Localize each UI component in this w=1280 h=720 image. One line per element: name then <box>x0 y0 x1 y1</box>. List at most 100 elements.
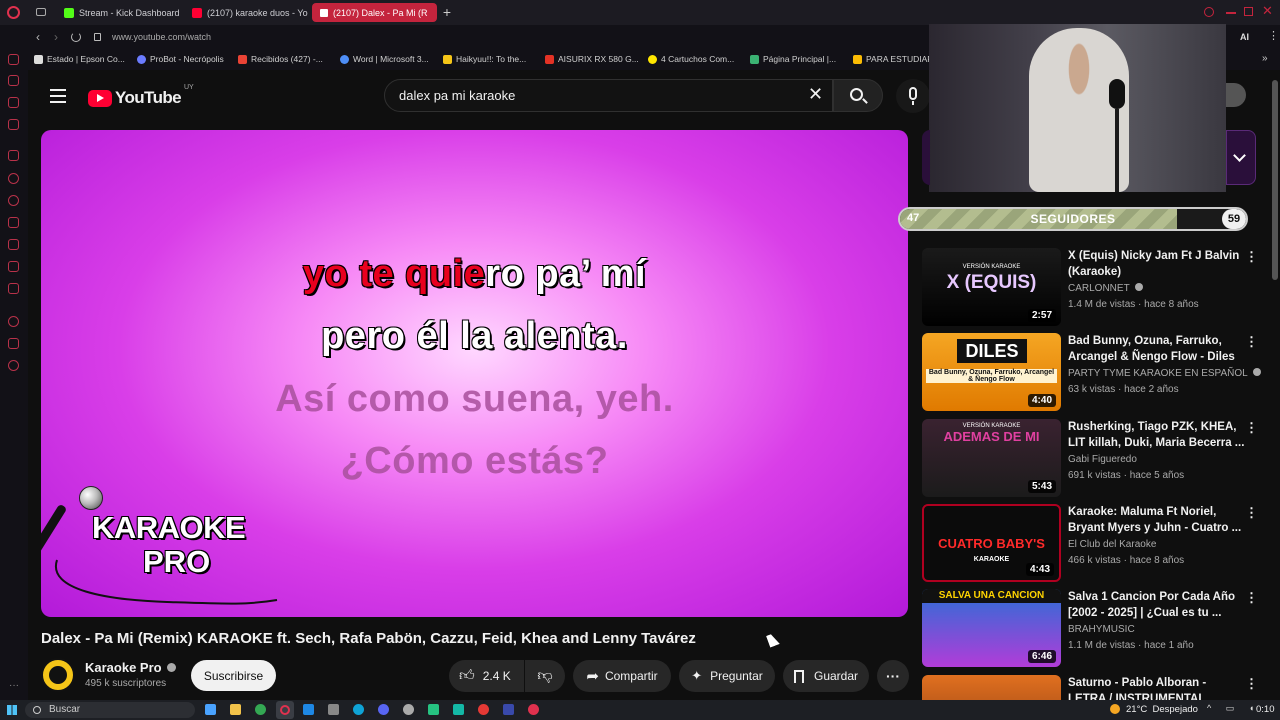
recommendation-title[interactable]: X (Equis) Nicky Jam Ft J Balvin (Karaoke… <box>1068 248 1246 280</box>
opera-gx-logo-icon[interactable] <box>7 6 20 19</box>
menu-icon[interactable]: ⋮ <box>1268 29 1279 42</box>
recommendation-item[interactable]: VERSIÓN KARAOKE X (EQUIS) 2:57 X (Equis)… <box>922 248 1268 328</box>
taskbar-app-icon[interactable] <box>453 704 464 715</box>
bookmark-item[interactable]: PARA ESTUDIAR <box>853 54 933 64</box>
taskbar-app-icon[interactable] <box>276 701 294 719</box>
sidebar-store-icon[interactable] <box>8 75 19 86</box>
recommendation-item[interactable]: Saturno - Pablo Alboran - LETRA / INSTRU… <box>922 675 1268 700</box>
tab-kick-dashboard[interactable]: Stream - Kick Dashboard <box>56 3 180 22</box>
sidebar-twitch-icon[interactable] <box>8 150 19 161</box>
youtube-logo[interactable]: YouTube UY <box>88 84 194 108</box>
bookmark-item[interactable]: Estado | Epson Co... <box>34 54 125 64</box>
tab-search-icon[interactable] <box>1204 7 1214 17</box>
taskbar-app-icon[interactable] <box>303 704 314 715</box>
sidebar-x-icon[interactable] <box>8 261 19 272</box>
recommendation-channel[interactable]: CARLONNET <box>1068 283 1144 294</box>
taskbar-app-icon[interactable] <box>205 704 216 715</box>
taskbar-app-icon[interactable] <box>428 704 439 715</box>
more-options-icon[interactable]: ⋮ <box>1245 677 1258 691</box>
taskbar-app-icon[interactable] <box>378 704 389 715</box>
scrollbar[interactable] <box>1272 80 1278 280</box>
sidebar-more-icon[interactable]: ··· <box>9 680 19 691</box>
bookmark-item[interactable]: Recibidos (427) -... <box>238 54 323 64</box>
sidebar-instagram-icon[interactable] <box>8 239 19 250</box>
search-input[interactable]: dalex pa mi karaoke <box>384 79 833 112</box>
sidebar-whatsapp-icon[interactable] <box>8 195 19 206</box>
video-thumbnail[interactable]: SALVA UNA CANCION 6:46 <box>922 589 1061 667</box>
bookmark-item[interactable]: Haikyuu!!: To the... <box>443 54 526 64</box>
more-options-icon[interactable]: ⋮ <box>1245 591 1258 605</box>
recommendation-item[interactable]: VERSIÓN KARAOKE ADEMAS DE MI 5:43 Rusher… <box>922 419 1268 499</box>
tab-dalex-pa-mi[interactable]: (2107) Dalex - Pa Mi (R <box>312 3 437 22</box>
new-tab-button[interactable]: + <box>440 4 454 20</box>
recommendation-channel[interactable]: El Club del Karaoke <box>1068 539 1156 550</box>
taskbar-app-icon[interactable] <box>230 704 241 715</box>
search-button[interactable] <box>833 79 883 112</box>
sidebar-gx-corner-icon[interactable] <box>8 54 19 65</box>
recommendation-channel[interactable]: BRAHYMUSIC <box>1068 624 1135 635</box>
url-field[interactable]: www.youtube.com/watch <box>112 32 211 42</box>
windows-start-icon[interactable] <box>7 705 17 715</box>
save-button[interactable]: Guardar <box>783 660 869 692</box>
taskbar-app-icon[interactable] <box>528 704 539 715</box>
sidebar-discord-icon[interactable] <box>8 283 19 294</box>
sidebar-twitch-icon[interactable] <box>8 97 19 108</box>
taskbar-app-icon[interactable] <box>353 704 364 715</box>
taskbar-app-icon[interactable] <box>478 704 489 715</box>
reload-icon[interactable] <box>71 32 81 42</box>
voice-search-button[interactable] <box>896 79 930 113</box>
video-thumbnail[interactable]: VERSIÓN KARAOKE ADEMAS DE MI 5:43 <box>922 419 1061 497</box>
sidebar-history-icon[interactable] <box>8 316 19 327</box>
recommendation-item[interactable]: CUATRO BABY'S KARAOKE 4:43 Karaoke: Malu… <box>922 504 1268 584</box>
recommendation-item[interactable]: DILES Bad Bunny, Ozuna, Farruko, Arcange… <box>922 333 1268 413</box>
recommendation-title[interactable]: Saturno - Pablo Alboran - LETRA / INSTRU… <box>1068 675 1246 700</box>
dislike-button[interactable]: 👎︎ <box>525 660 565 692</box>
video-thumbnail[interactable] <box>922 675 1061 700</box>
sidebar-telegram-icon[interactable] <box>8 217 19 228</box>
recommendation-title[interactable]: Salva 1 Cancion Por Cada Año [2002 - 202… <box>1068 589 1246 621</box>
more-options-icon[interactable]: ⋮ <box>1245 335 1258 349</box>
system-tray-icons[interactable]: ^ ▭ ◖ <box>1207 703 1260 714</box>
sidebar-music-icon[interactable] <box>8 119 19 130</box>
clear-search-icon[interactable]: ✕ <box>808 84 823 105</box>
share-button[interactable]: ➦ Compartir <box>573 660 671 692</box>
avatar[interactable] <box>1226 83 1246 107</box>
minimize-button[interactable] <box>1226 12 1236 14</box>
forward-icon[interactable]: › <box>54 30 58 44</box>
bookmark-item[interactable]: AISURIX RX 580 G... <box>545 54 639 64</box>
ask-button[interactable]: ✦ Preguntar <box>679 660 775 692</box>
more-actions-button[interactable]: ··· <box>877 660 909 692</box>
hamburger-menu-icon[interactable] <box>50 89 66 103</box>
channel-avatar[interactable] <box>41 658 75 692</box>
workspaces-icon[interactable] <box>36 8 46 16</box>
clock[interactable]: 0:10 <box>1256 704 1275 715</box>
like-button[interactable]: 👍︎ 2.4 K <box>449 660 524 692</box>
recommendation-item[interactable]: SALVA UNA CANCION 6:46 Salva 1 Cancion P… <box>922 589 1268 669</box>
taskbar-search-input[interactable]: Buscar <box>25 702 195 718</box>
taskbar-app-icon[interactable] <box>328 704 339 715</box>
recommendation-channel[interactable]: Gabi Figueredo <box>1068 454 1137 465</box>
weather-text[interactable]: 21°C Despejado <box>1126 704 1198 715</box>
collapse-panel[interactable] <box>1226 130 1256 185</box>
subscribe-button[interactable]: Suscribirse <box>191 660 276 691</box>
recommendation-title[interactable]: Karaoke: Maluma Ft Noriel, Bryant Myers … <box>1068 504 1246 536</box>
taskbar-app-icon[interactable] <box>255 704 266 715</box>
bookmark-item[interactable]: Word | Microsoft 3... <box>340 54 429 64</box>
video-player[interactable]: yo te quiero pa’ mí pero él la alenta. A… <box>41 130 908 617</box>
sidebar-downloads-icon[interactable] <box>8 338 19 349</box>
taskbar-app-icon[interactable] <box>503 704 514 715</box>
video-thumbnail[interactable]: DILES Bad Bunny, Ozuna, Farruko, Arcange… <box>922 333 1061 411</box>
taskbar-app-icon[interactable] <box>403 704 414 715</box>
bookmark-item[interactable]: Página Principal |... <box>750 54 836 64</box>
sidebar-messenger-icon[interactable] <box>8 173 19 184</box>
sidebar-settings-icon[interactable] <box>8 360 19 371</box>
ai-label[interactable]: AI <box>1240 32 1249 42</box>
bookmark-item[interactable]: 4 Cartuchos Com... <box>648 54 734 64</box>
video-thumbnail[interactable]: VERSIÓN KARAOKE X (EQUIS) 2:57 <box>922 248 1061 326</box>
video-thumbnail[interactable]: CUATRO BABY'S KARAOKE 4:43 <box>922 504 1061 582</box>
recommendation-title[interactable]: Rusherking, Tiago PZK, KHEA, LIT killah,… <box>1068 419 1246 451</box>
more-options-icon[interactable]: ⋮ <box>1245 506 1258 520</box>
channel-name[interactable]: Karaoke Pro <box>85 660 176 675</box>
close-window-button[interactable]: ✕ <box>1262 3 1273 19</box>
tab-karaoke-duos[interactable]: (2107) karaoke duos - You <box>184 3 308 22</box>
